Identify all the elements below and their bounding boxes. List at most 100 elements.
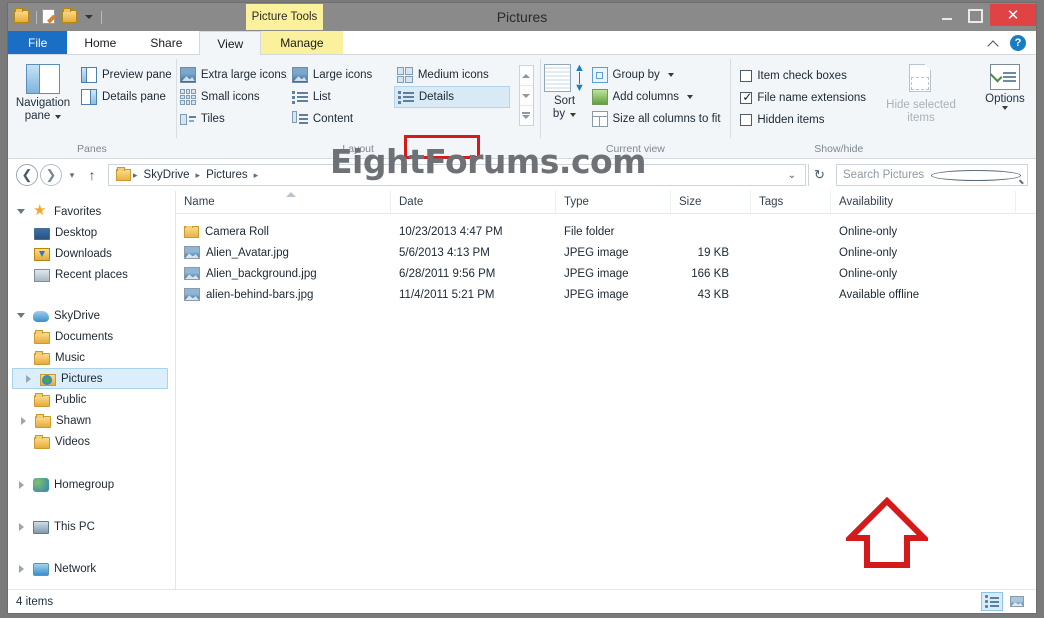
- sidebar-item-desktop[interactable]: Desktop: [8, 222, 175, 243]
- column-header-type[interactable]: Type: [556, 191, 671, 214]
- column-header-tags[interactable]: Tags: [751, 191, 831, 214]
- gallery-scroll-up-button[interactable]: [520, 66, 533, 85]
- file-name-extensions-checkbox[interactable]: File name extensions: [737, 87, 869, 109]
- file-name-cell[interactable]: Alien_Avatar.jpg: [176, 246, 391, 259]
- content-button[interactable]: Content: [289, 108, 394, 130]
- close-button[interactable]: ✕: [990, 4, 1036, 26]
- expander-open-icon[interactable]: [14, 209, 28, 214]
- group-by-button[interactable]: Group by: [589, 64, 724, 86]
- checkbox-icon[interactable]: [740, 114, 752, 126]
- customize-qat-icon[interactable]: [82, 10, 96, 24]
- expander-closed-icon[interactable]: [14, 481, 28, 489]
- sidebar-item-label: Documents: [55, 331, 113, 343]
- table-row[interactable]: Camera Roll 10/23/2013 4:47 PM File fold…: [176, 221, 1036, 242]
- sidebar-item-documents[interactable]: Documents: [8, 326, 175, 347]
- large-icons-button[interactable]: Large icons: [289, 64, 394, 86]
- table-row[interactable]: Alien_background.jpg 6/28/2011 9:56 PM J…: [176, 263, 1036, 284]
- sidebar-item-public[interactable]: Public: [8, 389, 175, 410]
- expander-closed-icon[interactable]: [14, 565, 28, 573]
- table-row[interactable]: alien-behind-bars.jpg 11/4/2011 5:21 PM …: [176, 284, 1036, 305]
- details-view-button[interactable]: Details: [394, 86, 510, 108]
- sidebar-item-network[interactable]: Network: [8, 558, 175, 579]
- add-columns-button[interactable]: Add columns: [589, 86, 724, 108]
- minimize-button[interactable]: [932, 5, 961, 26]
- file-name-cell[interactable]: Alien_background.jpg: [176, 267, 391, 280]
- item-check-boxes-checkbox[interactable]: Item check boxes: [737, 65, 869, 87]
- breadcrumb-item-skydrive[interactable]: SkyDrive: [140, 169, 194, 181]
- chevron-down-icon[interactable]: [1002, 106, 1008, 110]
- tab-view[interactable]: View: [199, 31, 261, 55]
- extra-large-icons-button[interactable]: Extra large icons: [177, 64, 289, 86]
- sidebar-item-skydrive[interactable]: SkyDrive: [8, 305, 175, 326]
- breadcrumb[interactable]: ▸ SkyDrive ▸ Pictures ▸ ⌄: [108, 164, 806, 186]
- size-columns-icon: [592, 111, 608, 127]
- new-folder-icon[interactable]: [42, 9, 59, 26]
- tab-share[interactable]: Share: [133, 31, 199, 54]
- chevron-down-icon[interactable]: [668, 73, 674, 77]
- checkbox-checked-icon[interactable]: [740, 92, 752, 104]
- sidebar-item-favorites[interactable]: ★ Favorites: [8, 201, 175, 222]
- column-header-name[interactable]: Name: [176, 191, 391, 214]
- file-name-cell[interactable]: alien-behind-bars.jpg: [176, 288, 391, 301]
- expander-closed-icon[interactable]: [21, 375, 35, 383]
- sidebar-item-music[interactable]: Music: [8, 347, 175, 368]
- expander-closed-icon[interactable]: [16, 417, 30, 425]
- sidebar-item-recent-places[interactable]: Recent places: [8, 264, 175, 285]
- folder-icon: [34, 353, 50, 365]
- column-header-date[interactable]: Date: [391, 191, 556, 214]
- table-row[interactable]: Alien_Avatar.jpg 5/6/2013 4:13 PM JPEG i…: [176, 242, 1036, 263]
- sidebar-item-pictures[interactable]: Pictures: [12, 368, 168, 389]
- breadcrumb-item-pictures[interactable]: Pictures: [202, 169, 252, 181]
- maximize-button[interactable]: [961, 5, 990, 26]
- properties-icon[interactable]: [14, 9, 31, 26]
- sidebar-item-label: This PC: [54, 521, 95, 533]
- refresh-button[interactable]: ↻: [808, 164, 830, 186]
- small-icons-button[interactable]: Small icons: [177, 86, 289, 108]
- recent-locations-icon[interactable]: ▾: [64, 164, 80, 186]
- tiles-button[interactable]: Tiles: [177, 108, 289, 130]
- sidebar-item-downloads[interactable]: Downloads: [8, 243, 175, 264]
- sidebar-item-label: Videos: [55, 436, 90, 448]
- file-name-cell[interactable]: Camera Roll: [176, 226, 391, 238]
- tab-file[interactable]: File: [8, 31, 67, 54]
- sidebar-item-videos[interactable]: Videos: [8, 431, 175, 452]
- chevron-down-icon[interactable]: [687, 95, 693, 99]
- expander-closed-icon[interactable]: [14, 523, 28, 531]
- breadcrumb-dropdown-icon[interactable]: ⌄: [783, 170, 801, 181]
- sort-by-button[interactable]: ▲▼ Sort by: [541, 60, 589, 121]
- layout-gallery-scrollbar[interactable]: [519, 65, 534, 126]
- column-header-availability[interactable]: Availability: [831, 191, 1016, 214]
- details-pane-button[interactable]: Details pane: [78, 86, 175, 108]
- hidden-items-checkbox[interactable]: Hidden items: [737, 109, 869, 131]
- gallery-scroll-down-button[interactable]: [520, 85, 533, 105]
- tab-home[interactable]: Home: [67, 31, 133, 54]
- help-icon[interactable]: ?: [1010, 35, 1026, 51]
- chevron-up-icon[interactable]: [987, 37, 1000, 50]
- sidebar-item-homegroup[interactable]: Homegroup: [8, 474, 175, 495]
- checkbox-icon[interactable]: [740, 70, 752, 82]
- chevron-down-icon[interactable]: [55, 115, 61, 119]
- column-header-size[interactable]: Size: [671, 191, 751, 214]
- hide-selected-items-button[interactable]: Hide selected items: [885, 60, 957, 125]
- tab-manage[interactable]: Manage: [261, 31, 342, 54]
- large-icons-view-button[interactable]: [1006, 592, 1028, 611]
- size-all-columns-button[interactable]: Size all columns to fit: [589, 108, 724, 130]
- sidebar-item-shawn[interactable]: Shawn: [8, 410, 175, 431]
- up-button[interactable]: ↑: [82, 164, 102, 186]
- gallery-more-button[interactable]: [520, 105, 533, 125]
- sidebar-item-this-pc[interactable]: This PC: [8, 516, 175, 537]
- file-size-cell: 19 KB: [671, 247, 751, 259]
- search-icon[interactable]: [931, 170, 1021, 181]
- back-button[interactable]: ❮: [16, 164, 38, 186]
- preview-pane-button[interactable]: Preview pane: [78, 64, 175, 86]
- medium-icons-button[interactable]: Medium icons: [394, 64, 514, 86]
- folder-icon[interactable]: [62, 9, 79, 26]
- chevron-down-icon[interactable]: [570, 113, 576, 117]
- search-input[interactable]: Search Pictures: [836, 164, 1028, 186]
- navigation-pane-button[interactable]: Navigation pane: [8, 60, 78, 123]
- list-button[interactable]: List: [289, 86, 394, 108]
- forward-button[interactable]: ❯: [40, 164, 62, 186]
- options-button[interactable]: Options: [974, 60, 1036, 110]
- details-view-button[interactable]: [981, 592, 1003, 611]
- expander-open-icon[interactable]: [14, 313, 28, 318]
